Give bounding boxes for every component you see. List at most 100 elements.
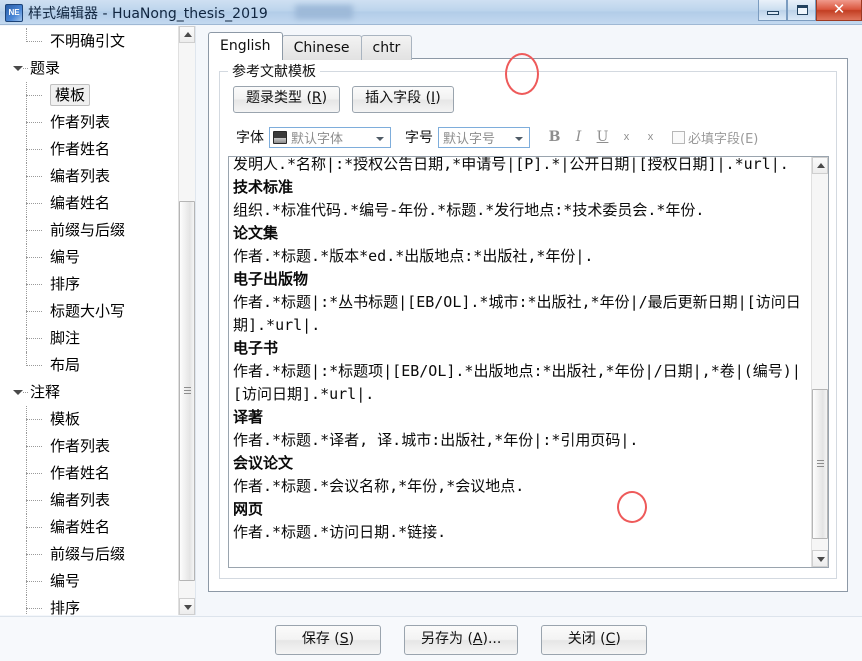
tree-item-label: 模板 [50,84,91,106]
tree-item-label: 前缀与后缀 [50,221,126,239]
tree-scroll-up-button[interactable] [179,26,195,43]
tree-item-4[interactable]: 作者姓名 [0,136,195,163]
underline-button[interactable]: U [592,127,613,148]
save-as-label: 另存为 (A)... [421,631,502,647]
scroll-grip-icon [184,387,191,395]
close-dialog-button[interactable]: 关闭 (C) [541,625,648,655]
app-icon: NE [5,4,23,22]
save-button[interactable]: 保存 (S) [275,625,381,655]
tree-scroll-thumb[interactable] [179,201,195,581]
tree-item-11[interactable]: 脚注 [0,325,195,352]
tree-item-1[interactable]: 题录 [0,55,195,82]
tree-item-6[interactable]: 编者姓名 [0,190,195,217]
tree-expander-icon[interactable] [13,66,23,71]
tab-label: chtr [372,40,401,56]
bold-button[interactable]: B [544,127,565,148]
required-field-checkbox[interactable]: 必填字段(E) [672,128,758,147]
template-pattern-line[interactable]: 作者.*标题.*译者, 译.城市:出版社,*年份|:*引用页码|. [233,429,806,452]
template-pattern-line[interactable]: 作者.*标题.*版本*ed.*出版地点:*出版社,*年份|. [233,245,806,268]
maximize-button[interactable] [787,0,816,21]
tree-item-18[interactable]: 编者姓名 [0,514,195,541]
tree-connector [23,392,28,393]
template-text-editor[interactable]: 发明人.*名称|:*授权公告日期,*申请号|[P].*|公开日期|[授权日期]|… [228,156,829,568]
minimize-icon [767,11,779,15]
template-pattern-line[interactable]: 作者.*标题|:*丛书标题|[EB/OL].*城市:*出版社,*年份|/最后更新… [233,291,806,337]
template-type-heading[interactable]: 技术标准 [233,176,806,199]
template-type-heading[interactable]: 会议论文 [233,452,806,475]
reference-type-button[interactable]: 题录类型 (R) [233,86,341,113]
tree-item-label: 不明确引文 [50,32,126,50]
minimize-button[interactable] [758,0,787,21]
window-controls: ✕ [758,0,862,22]
tree-item-9[interactable]: 排序 [0,271,195,298]
tree-expander-icon[interactable] [13,390,23,395]
tree-item-label: 编号 [50,248,81,266]
tab-chinese[interactable]: Chinese [281,35,362,60]
checkbox-icon [672,130,685,144]
footer-divider [0,616,862,617]
redacted-region [295,5,353,19]
chevron-down-icon [376,136,384,141]
tree-item-12[interactable]: 布局 [0,352,195,379]
font-size-label: 字号 [405,130,433,146]
template-type-heading[interactable]: 论文集 [233,222,806,245]
template-lines[interactable]: 发明人.*名称|:*授权公告日期,*申请号|[P].*|公开日期|[授权日期]|… [229,157,810,567]
tree-item-5[interactable]: 编者列表 [0,163,195,190]
subscript-button[interactable]: x [640,127,661,148]
tree-item-2[interactable]: 模板 [0,82,195,109]
tree-item-14[interactable]: 模板 [0,406,195,433]
reference-template-group: 参考文献模板 题录类型 (R) 插入字段 (I) 字体 默认字体 字号 默认字号… [219,61,837,579]
superscript-button[interactable]: x [616,127,637,148]
tree-item-17[interactable]: 编者列表 [0,487,195,514]
save-as-button[interactable]: 另存为 (A)... [404,625,519,655]
tree-item-20[interactable]: 编号 [0,568,195,595]
tree-item-15[interactable]: 作者列表 [0,433,195,460]
template-pattern-line[interactable]: 作者.*标题.*访问日期.*链接. [233,521,806,544]
tree-scrollbar[interactable] [178,26,195,615]
tree-item-label: 标题大小写 [50,302,126,320]
tree-item-label: 作者列表 [50,113,111,131]
template-type-heading[interactable]: 电子书 [233,337,806,360]
editor-scroll-thumb[interactable] [812,389,828,539]
tree-item-3[interactable]: 作者列表 [0,109,195,136]
insert-field-label: 插入字段 (I) [365,90,441,106]
template-pattern-line[interactable]: 发明人.*名称|:*授权公告日期,*申请号|[P].*|公开日期|[授权日期]|… [233,157,806,176]
template-pattern-line[interactable]: 作者.*标题|:*标题项|[EB/OL].*出版地点:*出版社,*年份|/日期|… [233,360,806,406]
style-section-tree[interactable]: 不明确引文 题录 模板 作者列表 作者姓名 编者列表 编者姓名 前缀与后缀 编号 排序 标题大小写脚… [0,26,196,615]
tree-item-0[interactable]: 不明确引文 [0,28,195,55]
close-button[interactable]: ✕ [816,0,862,21]
tree-item-13[interactable]: 注释 [0,379,195,406]
tree-item-19[interactable]: 前缀与后缀 [0,541,195,568]
tab-english[interactable]: English [208,32,283,60]
save-label: 保存 (S) [301,631,355,647]
tree-item-10[interactable]: 标题大小写 [0,298,195,325]
tree-scroll-down-button[interactable] [179,598,195,615]
insert-field-button[interactable]: 插入字段 (I) [352,86,454,113]
tree-item-7[interactable]: 前缀与后缀 [0,217,195,244]
template-type-heading[interactable]: 电子出版物 [233,268,806,291]
tree-item-8[interactable]: 编号 [0,244,195,271]
language-tabs[interactable]: English Chinese chtr [208,32,413,60]
tree-items: 不明确引文 题录 模板 作者列表 作者姓名 编者列表 编者姓名 前缀与后缀 编号 排序 标题大小写脚… [0,26,195,615]
tree-item-label: 前缀与后缀 [50,545,126,563]
font-size-combobox[interactable]: 默认字号 [438,126,530,148]
template-type-heading[interactable]: 译著 [233,406,806,429]
tree-item-label: 编者姓名 [50,518,111,536]
tree-item-16[interactable]: 作者姓名 [0,460,195,487]
accelerator-letter: A [472,631,483,647]
scroll-grip-icon [817,460,824,468]
tree-connector [23,68,28,69]
editor-scrollbar[interactable] [811,157,828,567]
tree-item-label: 作者列表 [50,437,111,455]
editor-scroll-down-button[interactable] [812,550,828,567]
template-pattern-line[interactable]: 组织.*标准代码.*编号-年份.*标题.*发行地点:*技术委员会.*年份. [233,199,806,222]
template-type-heading[interactable]: 网页 [233,498,806,521]
tree-item-label: 编者姓名 [50,194,111,212]
editor-scroll-up-button[interactable] [812,157,828,174]
italic-button[interactable]: I [568,127,589,148]
tree-item-label: 注释 [30,383,61,401]
tab-chtr[interactable]: chtr [360,35,413,60]
tree-item-21[interactable]: 排序 [0,595,195,615]
template-pattern-line[interactable]: 作者.*标题.*会议名称,*年份,*会议地点. [233,475,806,498]
font-family-combobox[interactable]: 默认字体 [269,126,391,148]
